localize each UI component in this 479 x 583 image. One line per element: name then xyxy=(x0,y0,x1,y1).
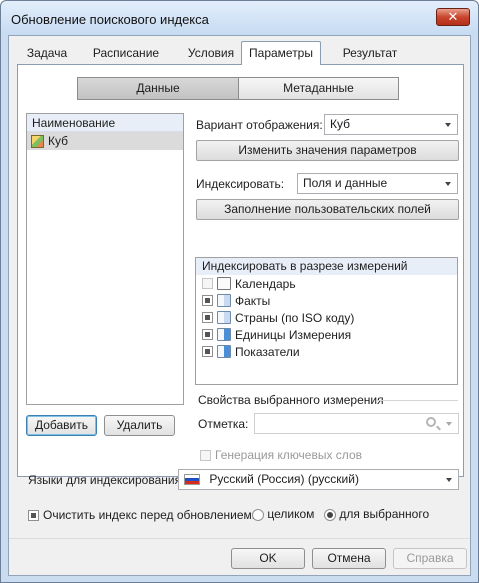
dimension-label: Показатели xyxy=(235,344,300,359)
clear-entire-radio[interactable] xyxy=(252,508,264,521)
dimension-checkbox[interactable] xyxy=(202,346,213,357)
dimension-checkbox[interactable] xyxy=(202,278,213,289)
dimension-checkbox[interactable] xyxy=(202,312,213,323)
dimension-row[interactable]: Календарь xyxy=(196,275,457,292)
search-icon[interactable] xyxy=(426,417,436,427)
indexing-label: Индексировать: xyxy=(196,177,285,191)
dimension-row[interactable]: Факты xyxy=(196,292,457,309)
dictionary-icon xyxy=(217,345,231,358)
dimension-row[interactable]: Единицы Измерения xyxy=(196,326,457,343)
dialog-window: Обновление поискового индекса ✕ Задача Р… xyxy=(0,0,479,583)
help-button[interactable]: Справка xyxy=(393,548,467,569)
clear-selected-radio[interactable] xyxy=(324,508,336,521)
list-header-name[interactable]: Наименование xyxy=(27,114,183,132)
divider xyxy=(9,538,470,539)
keyword-generation-label: Генерация ключевых слов xyxy=(215,448,362,462)
close-button[interactable]: ✕ xyxy=(436,8,470,26)
keyword-generation-option[interactable]: Генерация ключевых слов xyxy=(200,448,362,462)
dimension-label: Единицы Измерения xyxy=(235,327,352,342)
object-list[interactable]: Наименование Куб xyxy=(26,113,184,405)
list-item[interactable]: Куб xyxy=(27,132,183,150)
clear-selected-option[interactable]: для выбранного xyxy=(324,507,429,521)
languages-select[interactable]: Русский (Россия) (русский) xyxy=(178,469,459,490)
dictionary-icon xyxy=(217,294,231,307)
calendar-icon xyxy=(217,277,231,290)
clear-entire-label: целиком xyxy=(267,507,315,521)
dimension-label: Факты xyxy=(235,293,271,308)
chevron-down-icon xyxy=(446,478,452,482)
indexing-value: Поля и данные xyxy=(303,176,388,190)
chevron-down-icon xyxy=(445,182,451,186)
dimension-properties-title: Свойства выбранного измерения xyxy=(198,393,384,407)
display-variant-label: Вариант отображения: xyxy=(196,118,323,132)
tab-conditions[interactable]: Условия xyxy=(176,45,246,63)
dictionary-icon xyxy=(217,328,231,341)
russian-flag-icon xyxy=(184,474,200,486)
dimension-label: Календарь xyxy=(235,276,296,291)
dimensions-list[interactable]: Индексировать в разрезе измерений Календ… xyxy=(195,257,458,385)
cube-icon xyxy=(31,134,44,148)
dimension-checkbox[interactable] xyxy=(202,295,213,306)
chevron-down-icon xyxy=(445,123,451,127)
tab-task[interactable]: Задача xyxy=(18,45,76,63)
tab-result[interactable]: Результат xyxy=(332,45,408,63)
tab-schedule[interactable]: Расписание xyxy=(82,45,170,63)
data-toggle-button[interactable]: Данные xyxy=(77,77,239,100)
clear-selected-label: для выбранного xyxy=(339,507,430,521)
keyword-generation-checkbox[interactable] xyxy=(200,449,211,461)
dimension-checkbox[interactable] xyxy=(202,329,213,340)
title-bar[interactable]: Обновление поискового индекса ✕ xyxy=(1,1,478,35)
mark-label: Отметка: xyxy=(198,417,249,431)
cancel-button[interactable]: Отмена xyxy=(312,548,386,569)
indexing-select[interactable]: Поля и данные xyxy=(297,173,458,194)
change-params-button[interactable]: Изменить значения параметров xyxy=(196,140,459,161)
clear-index-checkbox[interactable] xyxy=(28,509,39,521)
mark-select[interactable] xyxy=(254,413,459,434)
languages-label: Языки для индексирования: xyxy=(28,473,185,487)
dimensions-header: Индексировать в разрезе измерений xyxy=(196,258,457,275)
fill-user-fields-button[interactable]: Заполнение пользовательских полей xyxy=(196,199,459,220)
add-button[interactable]: Добавить xyxy=(26,415,97,436)
tab-parameters[interactable]: Параметры xyxy=(241,41,321,65)
dimension-label: Страны (по ISO коду) xyxy=(235,310,355,325)
clear-index-option[interactable]: Очистить индекс перед обновлением: xyxy=(28,508,255,522)
divider xyxy=(376,400,458,401)
display-variant-select[interactable]: Куб xyxy=(324,114,458,135)
dictionary-icon xyxy=(217,311,231,324)
display-variant-value: Куб xyxy=(330,117,350,131)
delete-button[interactable]: Удалить xyxy=(104,415,175,436)
parameters-panel: Данные Метаданные Наименование Куб Добав… xyxy=(17,64,464,477)
dimension-row[interactable]: Показатели xyxy=(196,343,457,360)
dimension-row[interactable]: Страны (по ISO коду) xyxy=(196,309,457,326)
languages-value: Русский (Россия) (русский) xyxy=(209,472,359,486)
window-title: Обновление поискового индекса xyxy=(11,12,209,27)
metadata-toggle-button[interactable]: Метаданные xyxy=(238,77,399,100)
clear-index-label: Очистить индекс перед обновлением: xyxy=(43,508,256,522)
list-item-label: Куб xyxy=(48,134,68,148)
chevron-down-icon xyxy=(446,422,452,426)
dialog-client-area: Задача Расписание Условия Параметры Резу… xyxy=(8,35,471,576)
clear-entire-option[interactable]: целиком xyxy=(252,507,314,521)
ok-button[interactable]: OK xyxy=(231,548,305,569)
